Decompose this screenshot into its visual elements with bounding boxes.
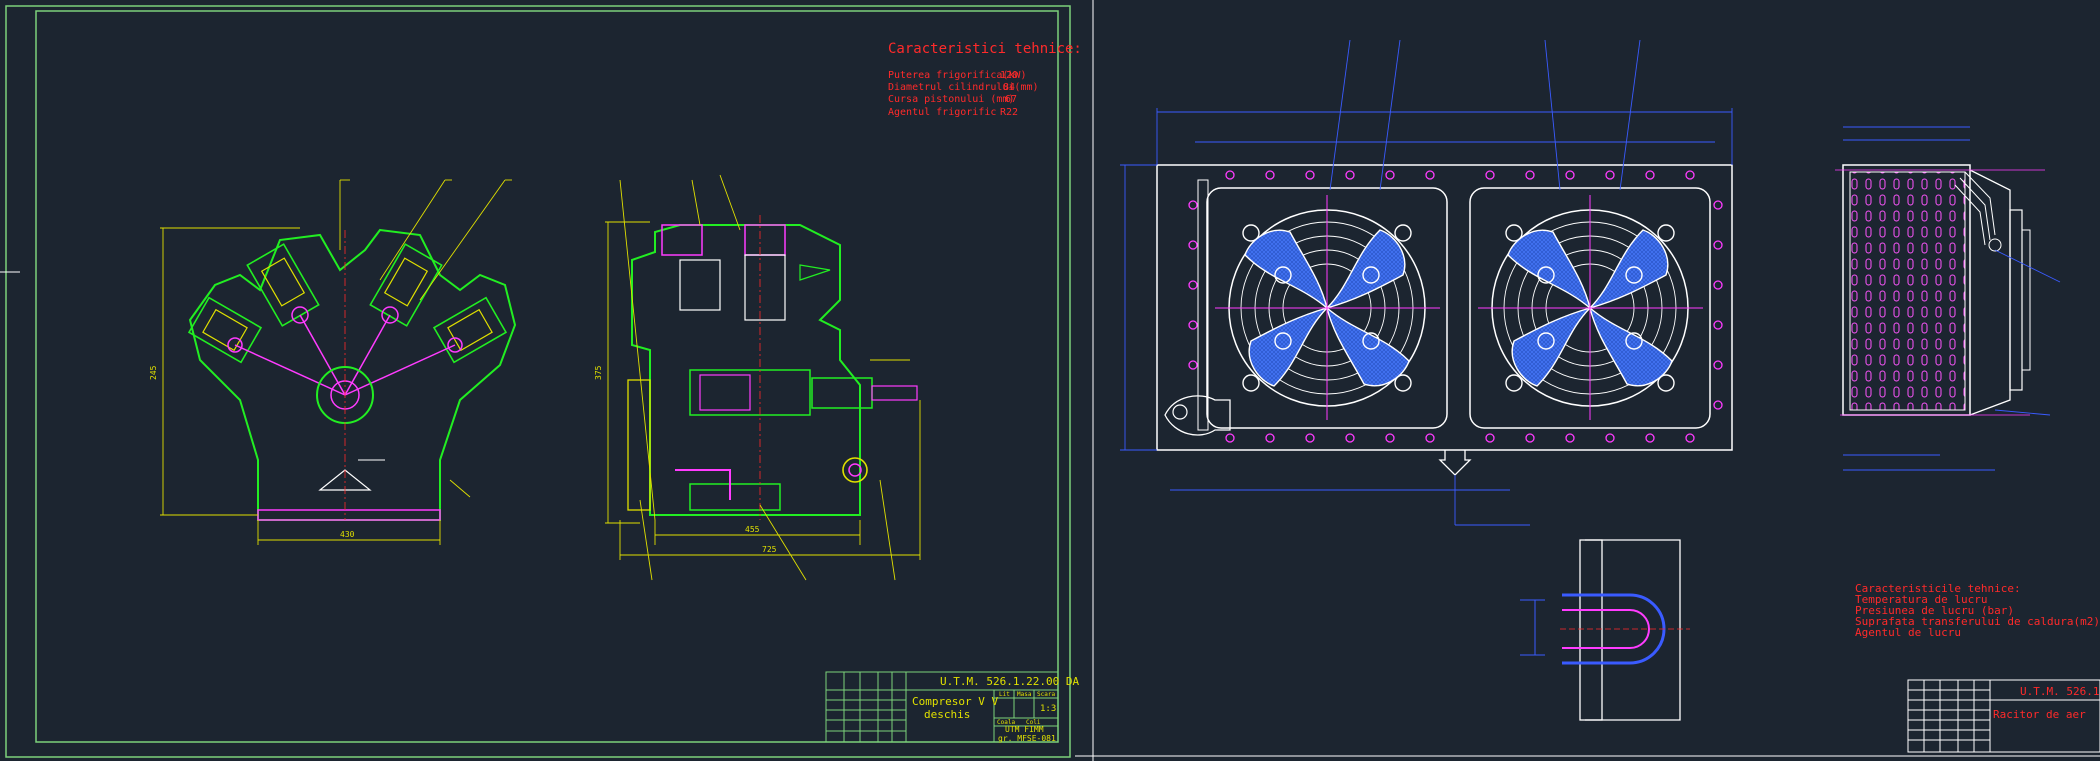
title-block-org-2: gr. MFSE-081 bbox=[998, 734, 1056, 743]
dim-side-total: 725 bbox=[762, 545, 777, 554]
dim-front-height: 245 bbox=[149, 365, 158, 380]
cooler-front-view bbox=[1120, 39, 1733, 526]
fan-1 bbox=[1215, 195, 1440, 420]
title-block-col-masa: Masa bbox=[1017, 691, 1032, 698]
tech-row-label: Agentul frigorific bbox=[888, 107, 996, 118]
tech-row-value: 84 bbox=[1003, 82, 1015, 93]
tech-row-label: Cursa pistonului (mm) bbox=[888, 94, 1014, 105]
sheet-1-outer-frame bbox=[5, 5, 1071, 758]
compressor-front-view: 245 430 bbox=[149, 179, 517, 545]
sheet-1-compressor: Caracteristici tehnice: Puterea frigorif… bbox=[0, 5, 1082, 758]
fan-2 bbox=[1478, 195, 1703, 420]
tech-title: Caracteristici tehnice: bbox=[888, 41, 1082, 57]
cooler-tube-detail bbox=[1520, 539, 1690, 721]
dim-side-inner: 455 bbox=[745, 525, 760, 534]
sheet-2-tech-characteristics: Caracteristicile tehnice: Temperatura de… bbox=[1855, 582, 2100, 639]
title-block-col-lit: Lit bbox=[999, 691, 1010, 698]
tech-row-value: R22 bbox=[1000, 107, 1018, 118]
sheet-1-tech-characteristics: Caracteristici tehnice: Puterea frigorif… bbox=[888, 41, 1082, 118]
title-block-col-scara: Scara bbox=[1037, 691, 1055, 698]
tech-row-value: 120 bbox=[1000, 70, 1018, 81]
title-block-code: U.T.M. 526.1.21.00 bbox=[2020, 685, 2100, 698]
dim-side-height: 375 bbox=[594, 365, 603, 380]
dim-front-width: 430 bbox=[340, 530, 355, 539]
sheet-2-title-block: U.T.M. 526.1.21.00 Racitor de aer bbox=[1907, 679, 2100, 753]
cad-drawing-canvas[interactable]: Caracteristici tehnice: Puterea frigorif… bbox=[0, 0, 2100, 761]
tech-row-value: 67 bbox=[1005, 94, 1017, 105]
cooler-side-view bbox=[1835, 126, 2061, 471]
title-block-name: Racitor de aer bbox=[1993, 708, 2086, 721]
tech-row: Agentul de lucru bbox=[1855, 626, 1961, 639]
title-block-name-1: Compresor V V bbox=[912, 695, 998, 708]
sheet-2-air-cooler: Caracteristicile tehnice: Temperatura de… bbox=[1075, 0, 2100, 761]
title-block-org-1: UTM FIMM bbox=[1005, 725, 1044, 734]
title-block-name-2: deschis bbox=[924, 708, 970, 721]
sheet-1-title-block: U.T.M. 526.1.22.00 DA Compresor V V desc… bbox=[825, 671, 1079, 743]
sheet-1-inner-frame bbox=[35, 10, 1059, 743]
title-block-code: U.T.M. 526.1.22.00 DA bbox=[940, 675, 1079, 688]
compressor-side-view: 375 455 725 bbox=[594, 174, 921, 581]
title-block-scale: 1:3 bbox=[1040, 704, 1056, 714]
tech-row-label: Diametrul cilindrului(mm) bbox=[888, 82, 1039, 93]
